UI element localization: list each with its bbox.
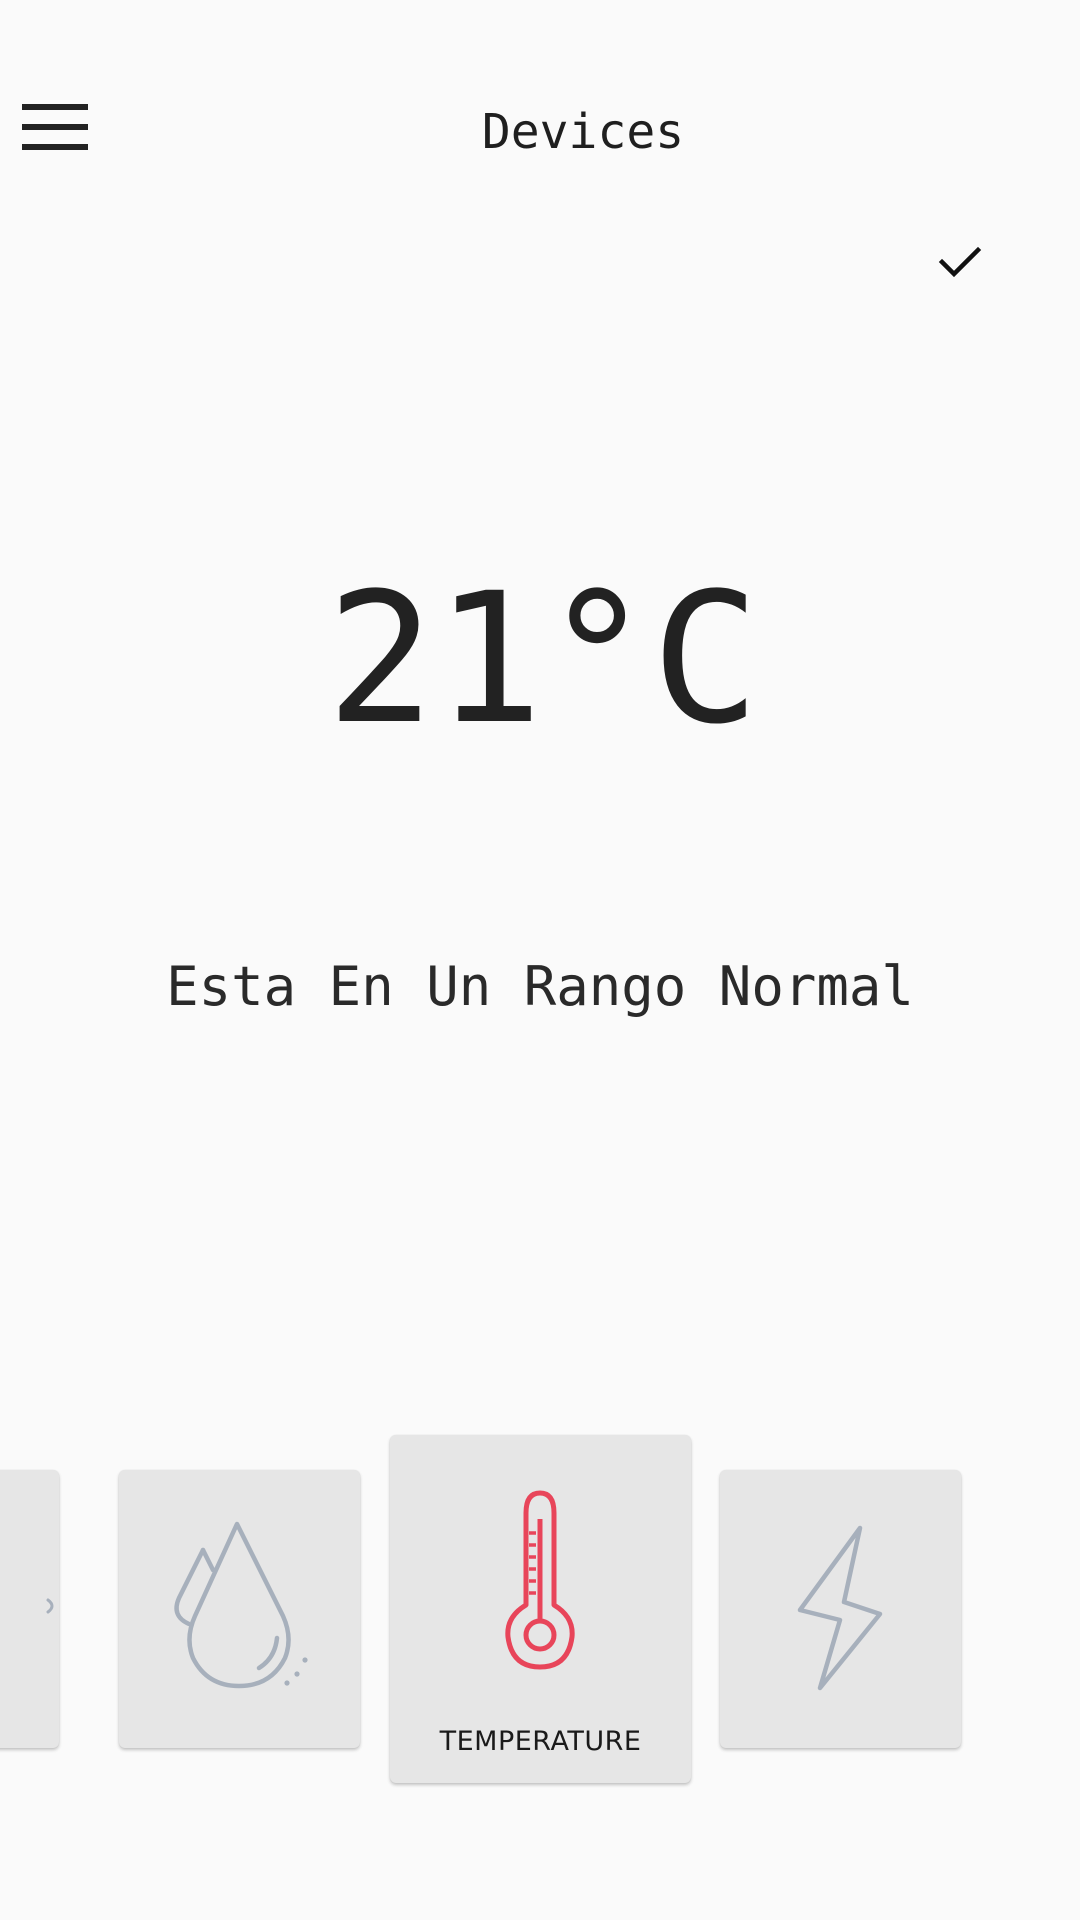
device-card-humidity[interactable] <box>119 1470 360 1748</box>
thermometer-icon <box>505 1490 575 1670</box>
card-label-temperature: TEMPERATURE <box>439 1726 642 1757</box>
water-drop-icon <box>174 1521 308 1689</box>
temperature-reading: 21°C <box>326 555 760 764</box>
check-icon <box>938 246 982 278</box>
status-message: Esta En Un Rango Normal <box>166 955 914 1018</box>
unknown-icon <box>46 1598 54 1614</box>
device-card-partial[interactable] <box>0 1470 59 1748</box>
device-card-temperature[interactable]: TEMPERATURE <box>390 1435 691 1783</box>
confirm-button[interactable] <box>930 232 990 292</box>
lightning-bolt-icon <box>797 1525 883 1691</box>
page-title: Devices <box>481 104 685 160</box>
device-card-energy[interactable] <box>720 1470 961 1748</box>
